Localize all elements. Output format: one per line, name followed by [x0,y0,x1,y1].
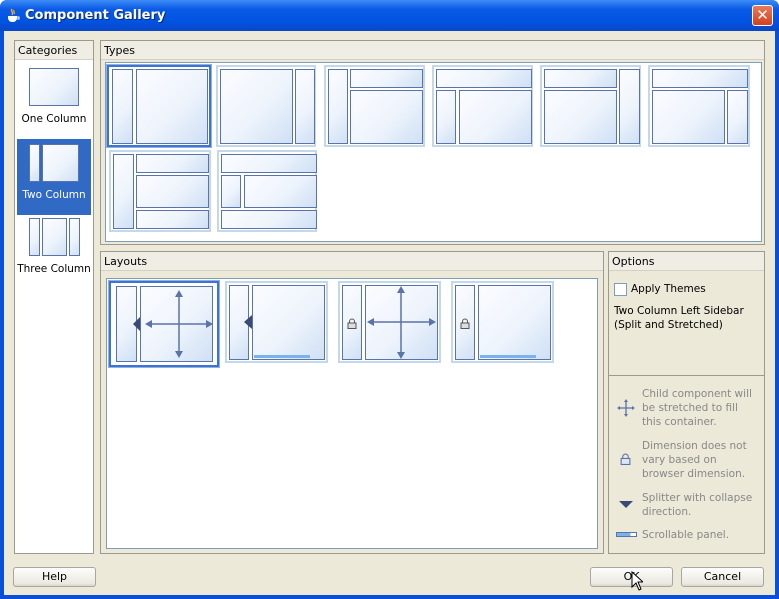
layout-fixed-scrollable[interactable] [451,281,554,363]
cancel-button[interactable]: Cancel [681,567,764,587]
pane [350,69,423,88]
legend-splitter-text: Splitter with collapse direction. [642,492,753,518]
type-left-sidebar[interactable] [106,64,212,148]
scrollbar-icon [254,355,310,358]
pane [727,90,748,144]
layouts-panel: Layouts [100,251,604,554]
category-one-column[interactable]: One Column [17,63,91,139]
pane [244,175,317,208]
pane [459,90,532,144]
pane [544,69,617,88]
types-panel: Types [100,40,765,245]
close-icon: ✕ [756,6,769,24]
apply-themes-checkbox[interactable] [614,283,627,296]
category-three-column[interactable]: Three Column [17,215,91,291]
apply-themes-label[interactable]: Apply Themes [631,283,706,295]
pane [136,154,209,173]
pane [619,69,640,144]
pane [252,285,325,360]
category-two-column[interactable]: Two Column [17,139,91,215]
pane [136,210,209,229]
options-divider [609,375,764,376]
legend-scrollable-text: Scrollable panel. [642,529,730,541]
pane [220,69,293,144]
layouts-grid [106,278,598,549]
pane [113,154,134,229]
type-right-sidebar[interactable] [216,65,316,147]
pane [112,69,133,144]
types-header: Types [101,41,764,60]
stretch-arrows-icon [367,286,436,359]
type-top-header-left-sidebar[interactable] [432,65,533,147]
three-column-icon-right [69,218,80,256]
options-panel: Options Apply Themes Two Column Left Sid… [608,251,765,554]
one-column-icon [29,68,79,106]
pane [478,285,551,360]
two-column-icon-left [29,144,40,182]
type-top-header-right-sidebar-full[interactable] [648,65,750,147]
scrollbar-icon [616,532,637,537]
three-column-icon-main [42,218,67,256]
layout-description: Two Column Left Sidebar (Split and Stret… [614,305,744,331]
pane [295,69,315,144]
splitter-icon [619,501,633,508]
layouts-header: Layouts [101,252,603,271]
pane [221,210,317,229]
pane [221,154,317,173]
options-header: Options [609,252,764,271]
pane [328,69,348,144]
categories-panel: Categories One Column Two Column Three C… [14,40,94,554]
categories-header: Categories [15,41,93,60]
dialog-body: Categories One Column Two Column Three C… [4,31,775,595]
three-column-icon-left [29,218,40,256]
dialog-window: Component Gallery ✕ Categories One Colum… [0,0,779,599]
pane [652,69,748,88]
scrollbar-icon [480,355,536,358]
legend-stretch-text: Child component will be stretched to fil… [642,388,752,428]
types-grid [105,62,762,242]
title-bar[interactable]: Component Gallery ✕ [0,0,779,31]
pane [350,90,423,144]
pane [436,69,532,88]
lock-icon [460,318,470,329]
window-title: Component Gallery [25,8,166,23]
category-label: Two Column [22,189,86,201]
legend-lock-text: Dimension does not vary based on browser… [642,440,747,480]
layout-split-scrollable[interactable] [225,281,328,363]
layout-split-stretched[interactable] [108,280,220,368]
stretch-arrows-icon [617,399,635,417]
stretch-arrows-icon [133,290,213,358]
pane [436,90,456,144]
lock-icon [347,318,357,329]
java-cup-icon [8,8,20,22]
two-column-icon-main [42,144,79,182]
type-top-header-right-sidebar[interactable] [540,65,641,147]
type-left-sidebar-header-footer[interactable] [109,150,211,232]
type-header-left-sidebar-footer[interactable] [217,150,317,232]
type-left-sidebar-top-header[interactable] [324,65,425,147]
lock-icon [620,453,631,465]
pane [136,69,208,144]
layout-fixed-stretched[interactable] [338,281,441,363]
pane [136,175,209,208]
pane [544,90,617,144]
pane [221,175,241,208]
category-label: One Column [21,113,87,125]
splitter-icon [244,315,252,329]
mouse-cursor-icon [631,571,643,591]
help-button[interactable]: Help [13,567,96,587]
close-button[interactable]: ✕ [752,5,773,26]
category-label: Three Column [17,263,91,275]
pane [652,90,725,144]
